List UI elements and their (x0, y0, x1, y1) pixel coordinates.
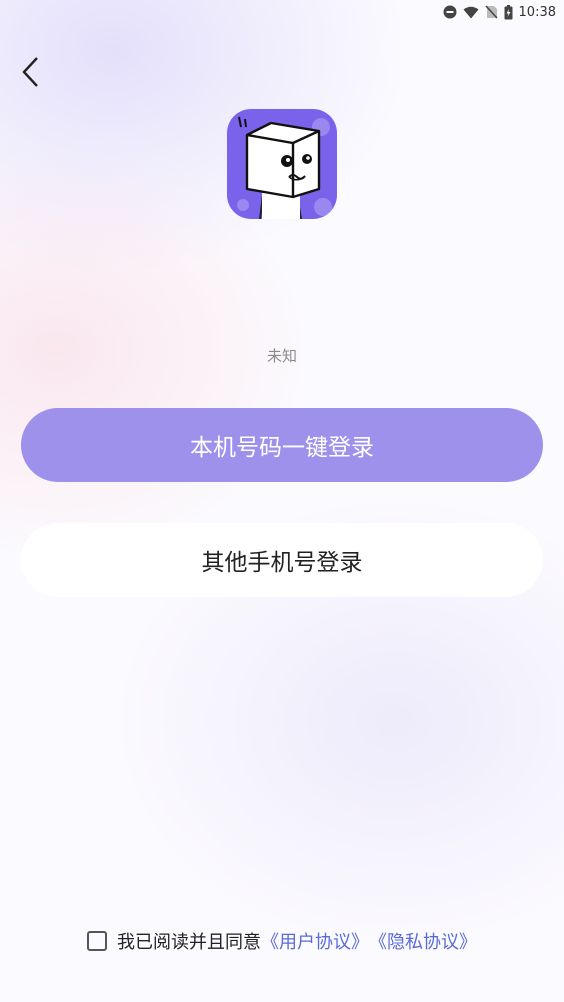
masked-phone-number: 未知 (266, 347, 297, 365)
status-time: 10:38 (518, 4, 556, 20)
no-sim-icon (484, 5, 498, 19)
chevron-left-icon (21, 56, 41, 92)
agreement-text: 我已阅读并且同意 (117, 932, 261, 953)
agreement-row: 我已阅读并且同意 《用户协议》 《隐私协议》 (0, 926, 564, 956)
privacy-policy-link[interactable]: 《隐私协议》 (369, 928, 477, 954)
back-button[interactable] (14, 56, 48, 92)
agreement-checkbox[interactable] (87, 931, 107, 951)
app-logo (227, 109, 337, 219)
battery-icon (504, 4, 513, 20)
cube-character-logo (227, 109, 337, 219)
one-click-login-button[interactable]: 本机号码一键登录 (21, 408, 543, 482)
user-agreement-link[interactable]: 《用户协议》 (261, 928, 369, 954)
do-not-disturb-icon (443, 5, 457, 19)
wifi-icon (463, 6, 479, 19)
status-bar: 10:38 (0, 0, 564, 24)
other-phone-login-button[interactable]: 其他手机号登录 (21, 523, 543, 597)
